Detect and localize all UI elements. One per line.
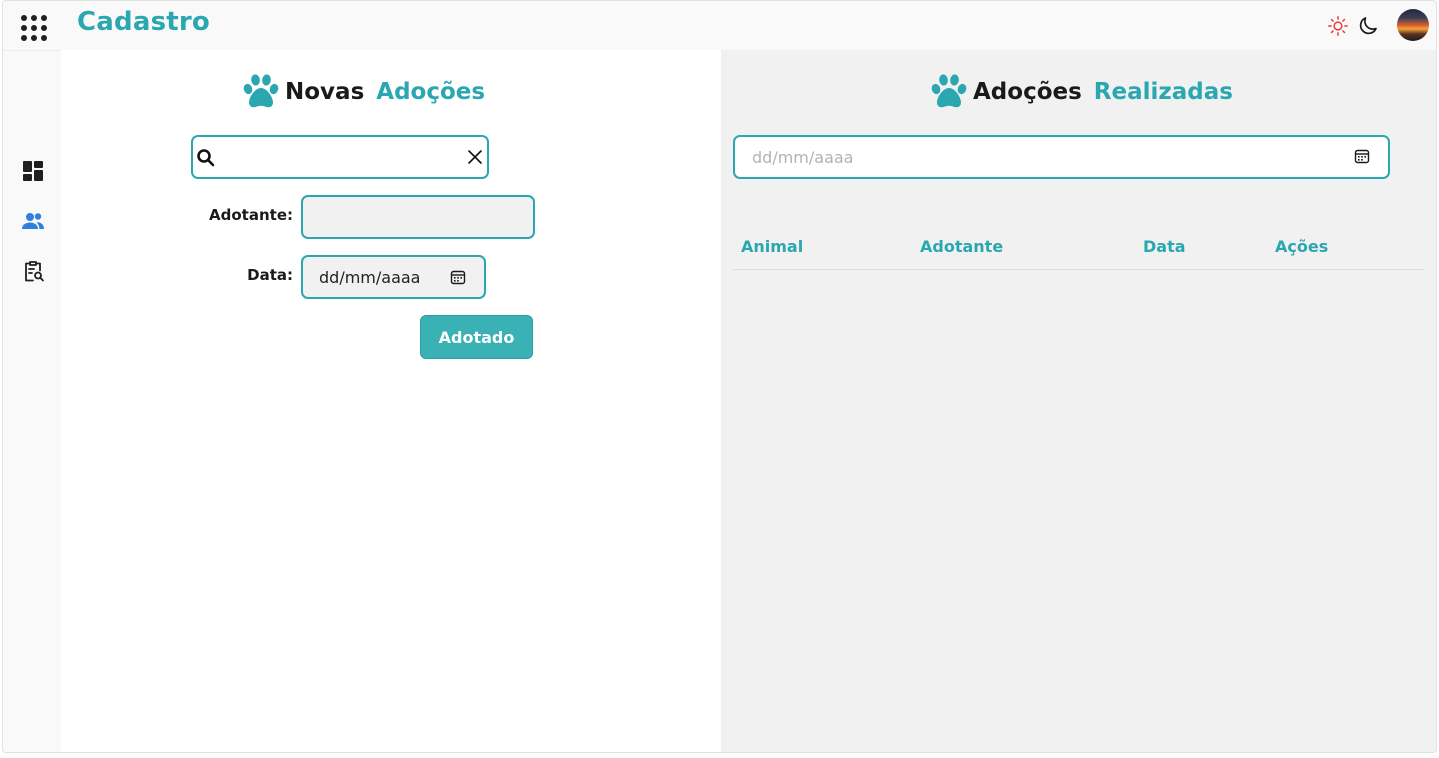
date-placeholder: dd/mm/aaaa (319, 267, 421, 287)
title-word-1: Novas (285, 79, 365, 105)
title-word-2: Realizadas (1093, 79, 1233, 105)
app-window: Cadastro Novas Adoções Adotante: Data: d… (2, 0, 1437, 753)
adotado-button[interactable]: Adotado (420, 315, 533, 359)
close-icon[interactable] (467, 149, 483, 165)
completed-adoptions-title: Adoções Realizadas (929, 72, 1233, 112)
new-adoptions-title: Novas Adoções (241, 72, 485, 112)
window-bottom-edge (0, 753, 1439, 758)
completed-adoptions-panel: Adoções Realizadas dd/mm/aaaa Animal Ado… (721, 50, 1436, 752)
paw-icon (243, 74, 279, 108)
apps-grid-icon[interactable] (21, 15, 47, 41)
dashboard-icon[interactable] (21, 159, 45, 183)
date-placeholder: dd/mm/aaaa (752, 147, 854, 167)
column-header-adotante[interactable]: Adotante (920, 237, 1003, 256)
new-adoptions-panel: Novas Adoções Adotante: Data: dd/mm/aaaa (61, 50, 721, 752)
calendar-icon[interactable] (1354, 148, 1370, 164)
title-word-2: Adoções (376, 79, 486, 105)
title-word-1: Adoções (973, 79, 1082, 105)
top-bar: Cadastro (3, 1, 1436, 50)
sun-icon[interactable] (1327, 15, 1349, 37)
animal-search-box (191, 135, 489, 179)
adotante-label: Adotante: (209, 206, 293, 224)
data-label: Data: (247, 266, 293, 284)
column-header-acoes[interactable]: Ações (1275, 237, 1328, 256)
avatar[interactable] (1397, 9, 1429, 41)
paw-icon (931, 74, 967, 108)
sidebar (3, 50, 61, 752)
adotante-field[interactable] (301, 195, 535, 239)
search-input[interactable] (221, 143, 461, 171)
search-icon (197, 149, 215, 167)
calendar-icon[interactable] (450, 269, 466, 285)
adoptions-table-header: Animal Adotante Data Ações (733, 227, 1425, 270)
users-icon[interactable] (21, 209, 45, 233)
column-header-data[interactable]: Data (1143, 237, 1186, 256)
moon-icon[interactable] (1356, 14, 1380, 38)
filter-date-field[interactable]: dd/mm/aaaa (733, 135, 1390, 179)
app-title: Cadastro (77, 7, 210, 37)
clipboard-search-icon[interactable] (21, 259, 45, 283)
adoption-date-field[interactable]: dd/mm/aaaa (301, 255, 486, 299)
column-header-animal[interactable]: Animal (741, 237, 803, 256)
